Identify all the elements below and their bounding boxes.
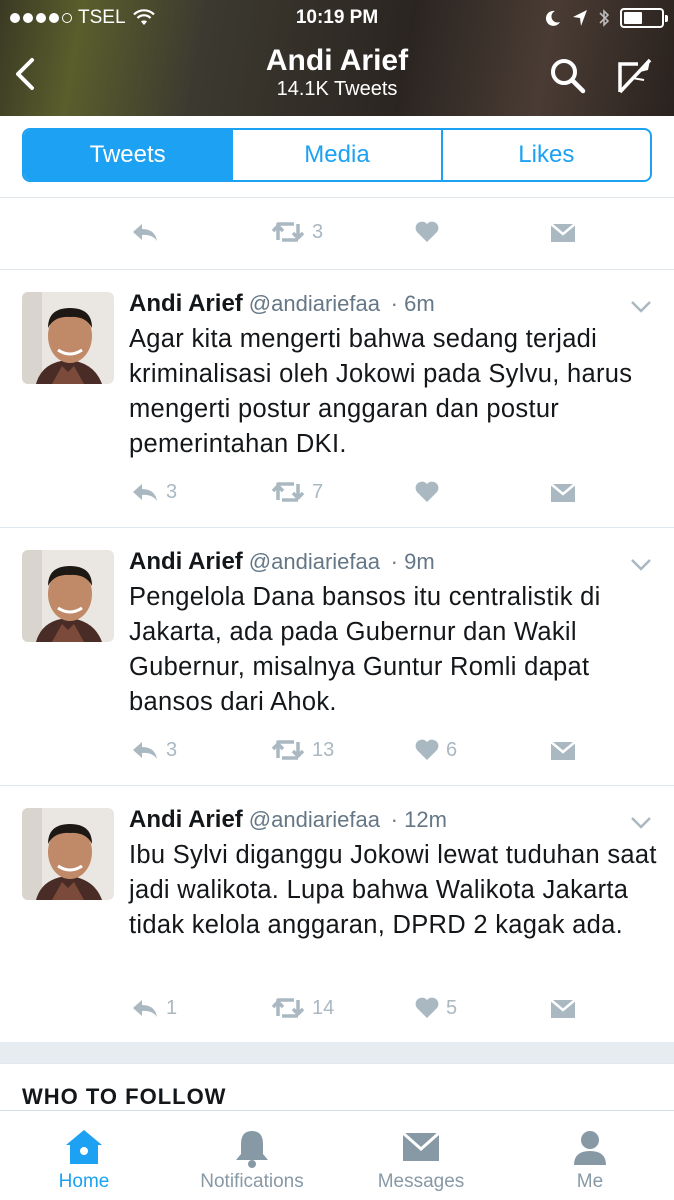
status-right <box>544 8 668 28</box>
tweet-item[interactable]: Andi Arief @andiariefaa · 12m Ibu Sylvi d… <box>0 786 674 1044</box>
avatar[interactable] <box>22 808 114 900</box>
retweet-count: 14 <box>312 996 335 1019</box>
profile-tabs: Tweets Media Likes <box>22 128 652 182</box>
retweet-button[interactable]: 7 <box>270 480 323 504</box>
nav-home[interactable]: Home <box>0 1111 168 1200</box>
status-bar: TSEL 10:19 PM <box>0 6 674 32</box>
author-name[interactable]: Andi Arief <box>129 806 243 833</box>
profile-tabs-bar: Tweets Media Likes <box>0 116 674 198</box>
heart-icon <box>415 997 439 1018</box>
tweet-header: Andi Arief @andiariefaa · 9m <box>129 548 435 576</box>
section-divider <box>0 1042 674 1064</box>
reply-icon <box>133 224 157 241</box>
envelope-icon <box>550 483 576 502</box>
reply-button[interactable]: 3 <box>130 480 177 504</box>
nav-label: Notifications <box>200 1171 304 1192</box>
avatar[interactable] <box>22 292 114 384</box>
tweet-time: · 9m <box>390 549 435 574</box>
moon-icon <box>545 10 560 26</box>
envelope-icon <box>550 223 576 242</box>
tweet-text: Pengelola Dana bansos itu centralistik d… <box>129 583 601 716</box>
heart-icon <box>415 221 439 242</box>
heart-icon <box>415 739 439 760</box>
author-handle[interactable]: @andiariefaa <box>249 549 380 574</box>
battery-icon <box>620 8 668 28</box>
tweet-text: Agar kita mengerti bahwa sedang terjadi … <box>129 325 633 458</box>
reply-count: 1 <box>166 996 178 1019</box>
tweet-time: · 12m <box>390 807 447 832</box>
tweet-time: · 6m <box>390 291 435 316</box>
retweet-button[interactable]: 13 <box>270 738 334 762</box>
envelope-icon <box>402 1131 440 1161</box>
dm-share-button[interactable] <box>549 480 577 504</box>
home-icon <box>66 1130 102 1164</box>
reply-count: 3 <box>166 480 178 503</box>
tweet-item[interactable]: Andi Arief @andiariefaa · 6m Agar kita me… <box>0 270 674 528</box>
retweet-icon <box>271 482 305 502</box>
like-button[interactable] <box>414 220 440 244</box>
avatar[interactable] <box>22 550 114 642</box>
like-button[interactable]: 5 <box>414 996 457 1020</box>
reply-icon <box>133 484 157 501</box>
chevron-down-icon[interactable] <box>630 816 652 830</box>
reply-button[interactable]: 3 <box>130 738 177 762</box>
nav-me[interactable]: Me <box>506 1111 674 1200</box>
author-handle[interactable]: @andiariefaa <box>249 291 380 316</box>
like-button[interactable] <box>414 480 446 504</box>
reply-icon <box>133 1000 157 1017</box>
tab-likes[interactable]: Likes <box>443 130 650 180</box>
tweet-feed[interactable]: 3 Andi Arief @andiariefaa · 6m Agar kita… <box>0 198 674 1110</box>
retweet-count: 7 <box>312 480 324 503</box>
retweet-icon <box>271 740 305 760</box>
dm-share-button[interactable] <box>549 220 577 244</box>
tab-tweets[interactable]: Tweets <box>24 130 234 180</box>
envelope-icon <box>550 999 576 1018</box>
tweet-item[interactable]: Andi Arief @andiariefaa · 9m Pengelola Da… <box>0 528 674 786</box>
heart-icon <box>415 481 439 502</box>
search-icon[interactable] <box>548 56 588 96</box>
bottom-nav: Home Notifications Messages Me <box>0 1110 674 1200</box>
who-to-follow-heading: WHO TO FOLLOW <box>22 1084 227 1109</box>
profile-header: TSEL 10:19 PM Andi Arief 14.1K Tweets <box>0 0 674 116</box>
bluetooth-icon <box>599 9 610 27</box>
nav-label: Home <box>58 1171 110 1192</box>
nav-notifications[interactable]: Notifications <box>168 1111 336 1200</box>
envelope-icon <box>550 741 576 760</box>
author-handle[interactable]: @andiariefaa <box>249 807 380 832</box>
like-count: 6 <box>446 738 458 761</box>
retweet-count: 3 <box>312 220 324 243</box>
tab-media[interactable]: Media <box>233 130 443 180</box>
like-button[interactable]: 6 <box>414 738 457 762</box>
like-count: 5 <box>446 996 458 1019</box>
reply-button[interactable]: 1 <box>130 996 177 1020</box>
nav-label: Me <box>576 1171 604 1192</box>
bell-icon <box>236 1131 268 1168</box>
location-arrow-icon <box>573 10 587 26</box>
nav-messages[interactable]: Messages <box>337 1111 505 1200</box>
chevron-down-icon[interactable] <box>630 558 652 572</box>
tweet-text: Ibu Sylvi diganggu Jokowi lewat tuduhan … <box>129 841 657 939</box>
tweet-header: Andi Arief @andiariefaa · 6m <box>129 290 435 318</box>
reply-button[interactable] <box>130 220 160 244</box>
dm-share-button[interactable] <box>549 738 577 762</box>
author-name[interactable]: Andi Arief <box>129 290 243 317</box>
retweet-icon <box>271 222 305 242</box>
retweet-icon <box>271 998 305 1018</box>
compose-tweet-icon[interactable] <box>614 54 656 96</box>
tweet-header: Andi Arief @andiariefaa · 12m <box>129 806 447 834</box>
person-icon <box>574 1131 606 1165</box>
reply-count: 3 <box>166 738 178 761</box>
dm-share-button[interactable] <box>549 996 577 1020</box>
reply-icon <box>133 742 157 759</box>
retweet-button[interactable]: 3 <box>270 220 323 244</box>
retweet-button[interactable]: 14 <box>270 996 334 1020</box>
tweet-partial[interactable]: 3 <box>0 198 674 270</box>
nav-label: Messages <box>377 1171 465 1192</box>
author-name[interactable]: Andi Arief <box>129 548 243 575</box>
chevron-down-icon[interactable] <box>630 300 652 314</box>
retweet-count: 13 <box>312 738 335 761</box>
